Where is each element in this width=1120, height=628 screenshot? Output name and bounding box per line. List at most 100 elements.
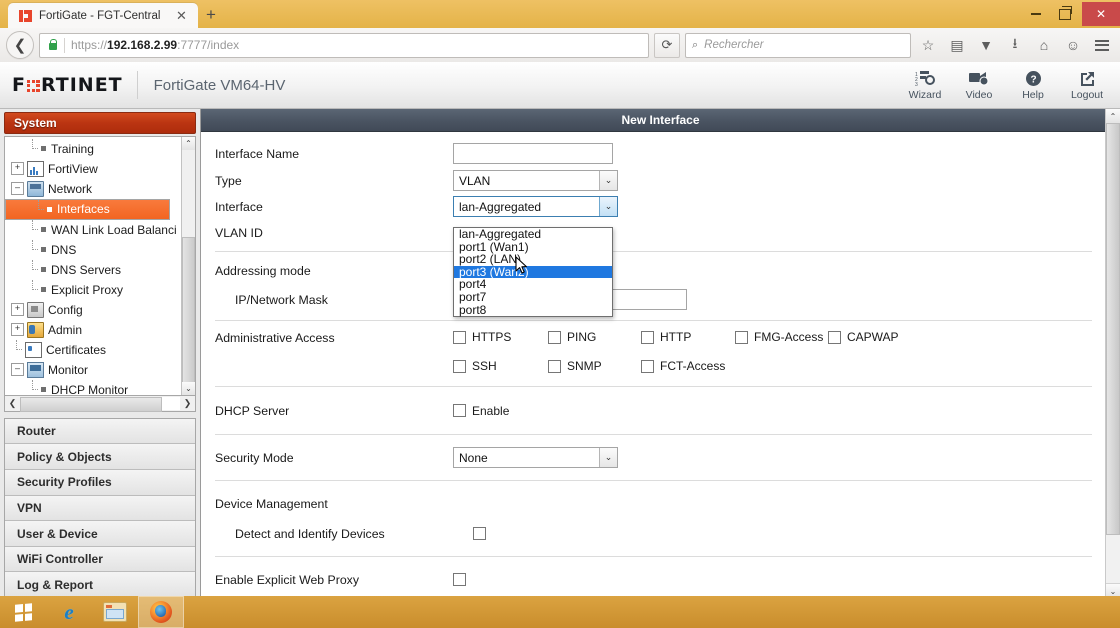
sidebar-item-label: Training xyxy=(51,141,94,156)
checkbox-box[interactable] xyxy=(641,330,654,344)
wizard-button[interactable]: 123 Wizard xyxy=(900,69,950,101)
security-mode-select[interactable]: None ⌄ xyxy=(453,447,618,468)
scroll-right-icon[interactable]: ❯ xyxy=(180,398,195,409)
sidebar-menu-wifi-controller[interactable]: WiFi Controller xyxy=(5,546,195,573)
row-administrative-access: Administrative Access HTTPS PING HTTP FM… xyxy=(201,330,1106,373)
checkbox-ssh[interactable]: SSH xyxy=(453,359,548,373)
checkbox-explicit-web-proxy[interactable] xyxy=(453,573,466,586)
collapse-toggle-icon[interactable]: – xyxy=(11,182,24,196)
sidebar-item-training[interactable]: Training xyxy=(5,139,182,159)
checkbox-detect-devices[interactable] xyxy=(473,527,486,540)
scroll-up-icon[interactable]: ⌃ xyxy=(182,136,195,150)
checkbox-box[interactable] xyxy=(641,359,654,373)
checkbox-label: FMG-Access xyxy=(754,330,824,344)
checkbox-box[interactable] xyxy=(548,359,561,373)
sidebar-item-fortiview[interactable]: + FortiView xyxy=(5,159,182,179)
checkbox-box[interactable] xyxy=(735,330,748,344)
window-minimize-button[interactable] xyxy=(1021,2,1050,26)
sidebar-item-dns-servers[interactable]: DNS Servers xyxy=(5,260,182,280)
checkbox-dhcp-enable[interactable]: Enable xyxy=(453,404,509,418)
checkbox-https[interactable]: HTTPS xyxy=(453,330,548,344)
pocket-icon[interactable]: ▼ xyxy=(974,32,998,58)
expand-toggle-icon[interactable]: + xyxy=(11,323,24,337)
checkbox-snmp[interactable]: SNMP xyxy=(548,359,641,373)
scroll-left-icon[interactable]: ❮ xyxy=(5,398,20,409)
start-button[interactable] xyxy=(0,596,46,628)
dropdown-option-port2[interactable]: port2 (LAN) xyxy=(454,253,612,266)
checkbox-box[interactable] xyxy=(453,359,466,373)
sidebar-item-interfaces[interactable]: Interfaces xyxy=(5,198,170,220)
sidebar-hscroll-thumb[interactable] xyxy=(20,396,162,412)
sidebar-item-dhcp-monitor[interactable]: DHCP Monitor xyxy=(5,380,182,395)
downloads-icon[interactable]: ⭳ xyxy=(1003,32,1027,58)
checkbox-fct-access[interactable]: FCT-Access xyxy=(641,359,725,373)
interface-dropdown-list[interactable]: lan-Aggregated port1 (Wan1) port2 (LAN) … xyxy=(453,227,613,318)
sidebar-menu-user-device[interactable]: User & Device xyxy=(5,521,195,547)
browser-tab-title: FortiGate - FGT-Central xyxy=(39,9,161,22)
main-vertical-scrollbar[interactable]: ⌃ ⌄ xyxy=(1105,109,1120,597)
reload-button[interactable]: ⟳ xyxy=(654,32,680,58)
sidebar-item-monitor[interactable]: – Monitor xyxy=(5,360,182,380)
sidebar-item-wan-link-load-balancing[interactable]: WAN Link Load Balanci xyxy=(5,220,182,240)
sidebar-item-certificates[interactable]: Certificates xyxy=(5,340,182,360)
address-bar[interactable]: https://192.168.2.99:7777/index xyxy=(39,32,649,58)
scroll-up-icon[interactable]: ⌃ xyxy=(1106,109,1120,124)
sidebar-scroll-thumb[interactable] xyxy=(182,236,195,389)
expand-toggle-icon[interactable]: + xyxy=(11,303,24,317)
sidebar-menu-vpn[interactable]: VPN xyxy=(5,495,195,522)
tab-close-icon[interactable]: ✕ xyxy=(174,8,189,23)
tree-connector-icon xyxy=(27,139,38,154)
sidebar-menu-policy-objects[interactable]: Policy & Objects xyxy=(5,444,195,471)
window-restore-button[interactable] xyxy=(1050,2,1079,26)
sidebar-horizontal-scrollbar[interactable]: ❮ ❯ xyxy=(4,395,196,412)
main-scroll-thumb[interactable] xyxy=(1106,123,1120,535)
video-button[interactable]: Video xyxy=(954,69,1004,101)
sidebar-menu-sections: Router Policy & Objects Security Profile… xyxy=(4,417,196,597)
sidebar-menu-router[interactable]: Router xyxy=(5,418,195,445)
interface-name-input[interactable] xyxy=(453,143,613,164)
sidebar-item-network[interactable]: – Network xyxy=(5,179,182,199)
bookmark-star-icon[interactable]: ☆ xyxy=(916,32,940,58)
taskbar-file-explorer[interactable] xyxy=(92,596,138,628)
window-close-button[interactable]: ✕ xyxy=(1082,2,1120,26)
scroll-down-icon[interactable]: ⌄ xyxy=(1106,583,1120,597)
menu-hamburger-icon[interactable] xyxy=(1090,32,1114,58)
browser-tab-fortigate[interactable]: FortiGate - FGT-Central ✕ xyxy=(8,3,198,28)
new-tab-button[interactable]: + xyxy=(198,3,224,28)
search-bar[interactable]: ⌕ Rechercher xyxy=(685,32,911,58)
checkbox-box[interactable] xyxy=(453,330,466,344)
checkbox-box[interactable] xyxy=(828,330,841,344)
scroll-down-icon[interactable]: ⌄ xyxy=(182,381,195,395)
collapse-toggle-icon[interactable]: – xyxy=(11,363,24,377)
sidebar-vertical-scrollbar[interactable]: ⌃ ⌄ xyxy=(181,136,195,395)
sidebar-item-admin[interactable]: + Admin xyxy=(5,320,182,340)
sidebar-hscroll-track[interactable] xyxy=(20,396,180,412)
reading-list-icon[interactable]: ▤ xyxy=(945,32,969,58)
checkbox-fmg-access[interactable]: FMG-Access xyxy=(735,330,828,344)
dropdown-option-port8[interactable]: port8 xyxy=(454,303,612,317)
checkbox-http[interactable]: HTTP xyxy=(641,330,735,344)
checkbox-box[interactable] xyxy=(453,404,466,417)
taskbar-firefox[interactable] xyxy=(138,596,184,628)
logout-button[interactable]: Logout xyxy=(1062,69,1112,101)
security-mode-value: None xyxy=(459,450,488,465)
sidebar-menu-log-report[interactable]: Log & Report xyxy=(5,572,195,597)
checkbox-box[interactable] xyxy=(548,330,561,344)
checkbox-ping[interactable]: PING xyxy=(548,330,641,344)
sidebar-section-system[interactable]: System xyxy=(4,112,196,134)
dropdown-option-port7[interactable]: port7 xyxy=(454,291,612,304)
interface-select[interactable]: lan-Aggregated ⌄ xyxy=(453,196,618,217)
type-select[interactable]: VLAN ⌄ xyxy=(453,170,618,191)
expand-toggle-icon[interactable]: + xyxy=(11,162,24,176)
sidebar-item-dns[interactable]: DNS xyxy=(5,240,182,260)
back-button[interactable]: ❮ xyxy=(6,31,34,59)
taskbar-internet-explorer[interactable]: e xyxy=(46,596,92,628)
home-icon[interactable]: ⌂ xyxy=(1032,32,1056,58)
dropdown-option-lan-aggregated[interactable]: lan-Aggregated xyxy=(454,228,612,241)
help-button[interactable]: ? Help xyxy=(1008,69,1058,101)
sync-account-icon[interactable]: ☺ xyxy=(1061,32,1085,58)
sidebar-menu-security-profiles[interactable]: Security Profiles xyxy=(5,470,195,496)
sidebar-item-explicit-proxy[interactable]: Explicit Proxy xyxy=(5,280,182,300)
checkbox-capwap[interactable]: CAPWAP xyxy=(828,330,899,344)
sidebar-item-config[interactable]: + Config xyxy=(5,300,182,320)
